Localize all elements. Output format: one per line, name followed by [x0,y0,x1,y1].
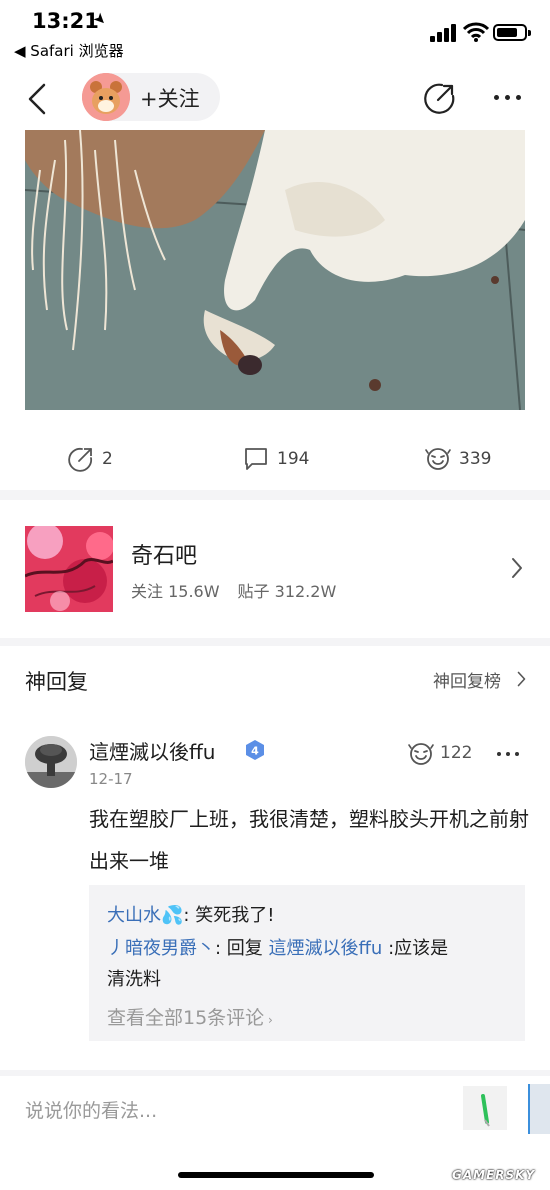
sub-reply-author[interactable]: 丿暗夜男爵丶 [107,938,215,959]
watermark: GAMERSKY [452,1168,536,1182]
like-face-icon [408,743,434,765]
forum-card[interactable]: 奇石吧 关注 15.6W 贴子 312.2W [0,500,550,638]
comment-action[interactable]: 194 [243,446,333,474]
comment-text: 我在塑胶厂上班，我很清楚，塑料胶头开机之前射出来一堆 [89,807,529,873]
comment-more-icon[interactable] [497,752,519,757]
post-card: 2 194 339 [0,128,550,490]
share-action[interactable]: 2 [68,446,148,474]
home-indicator[interactable] [178,1172,374,1178]
forum-stats: 关注 15.6W 贴子 312.2W [131,578,336,602]
comment-count: 194 [277,449,310,469]
comment-date: 12-17 [89,770,133,788]
sub-reply: 大山水💦: 笑死我了! [107,905,275,926]
chevron-right-icon [512,558,522,578]
share-count: 2 [102,449,113,469]
comment-input-bar: 说说你的看法... GAMERSKY [0,1076,550,1190]
pen-icon [481,1094,490,1127]
image-button[interactable] [528,1084,550,1134]
forum-followers: 关注 15.6W [131,582,220,601]
author-avatar[interactable] [82,73,130,121]
view-all-comments-link[interactable]: 查看全部15条评论 › [107,1003,273,1030]
comment-like-button[interactable]: 122 [408,741,488,767]
commenter-name[interactable]: 這煙滅以後ffu [89,736,215,765]
follow-label: +关注 [140,87,200,111]
hot-replies-rank-link[interactable]: 神回复榜 [433,667,501,692]
level-badge-icon: 4 [246,740,264,760]
sub-reply-continued: 清洗料 [107,969,161,990]
comment-like-count: 122 [440,743,473,763]
back-to-app-link[interactable]: ◀ Safari 浏览器 [14,40,124,61]
hot-replies-section: 神回复 神回复榜 這煙滅以後ffu 4 12-17 122 我在塑胶厂上班，我很… [0,646,550,1070]
cellular-signal-icon [430,24,458,42]
forum-posts: 贴子 312.2W [237,582,337,601]
back-arrow-icon[interactable] [24,82,54,116]
sub-replies-box[interactable]: 大山水💦: 笑死我了! 丿暗夜男爵丶: 回复 這煙滅以後ffu :应该是 清洗料… [89,885,525,1041]
commenter-avatar[interactable] [25,736,77,788]
level-number: 4 [251,745,259,758]
forum-thumbnail [25,526,113,612]
forum-name: 奇石吧 [131,544,198,569]
chevron-right-icon [517,671,526,687]
like-count: 339 [459,449,492,469]
wifi-icon [463,22,489,42]
caret-right-icon: › [264,1013,273,1027]
follow-button[interactable]: +关注 [82,73,220,121]
comment-input[interactable]: 说说你的看法... [25,1096,157,1123]
sub-reply-author[interactable]: 大山水 [107,905,161,926]
top-navigation-bar: +关注 [0,70,550,128]
sub-reply-text: :应该是 [382,938,449,959]
share-icon [68,447,93,472]
share-icon[interactable] [424,82,456,114]
sub-reply-text: 笑死我了! [195,905,275,926]
sub-reply: 丿暗夜男爵丶: 回复 這煙滅以後ffu :应该是 [107,938,449,959]
comment-icon [245,448,267,470]
section-title: 神回复 [25,670,88,694]
post-image[interactable] [25,130,525,410]
sticker-button[interactable] [463,1086,507,1130]
like-action[interactable]: 339 [425,446,515,474]
like-face-icon [425,448,451,470]
water-drops-emoji-icon: 💦 [161,905,184,926]
battery-icon [493,24,531,41]
status-bar: 13:21 ➤ ◀ Safari 浏览器 [0,0,550,70]
more-options-icon[interactable] [492,95,524,101]
reply-target-name[interactable]: 這煙滅以後ffu [269,938,383,959]
